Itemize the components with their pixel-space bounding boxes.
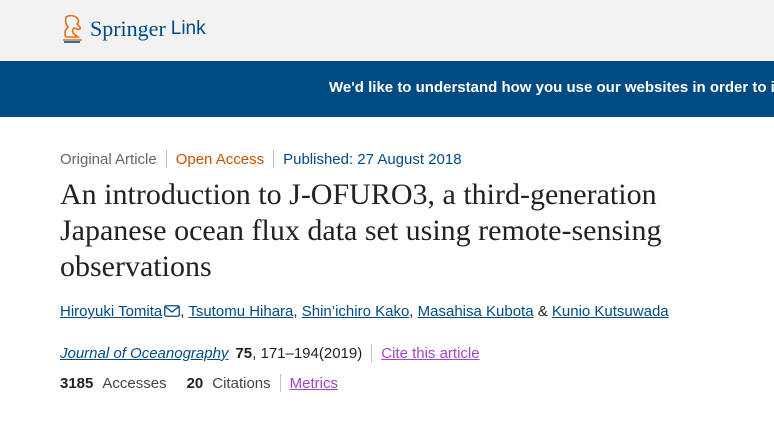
- springer-horse-icon: [63, 14, 82, 43]
- author-link[interactable]: Kunio Kutsuwada: [552, 303, 669, 320]
- article-metrics: 3185 Accesses 20 Citations Metrics: [60, 374, 338, 392]
- published-date: Published: 27 August 2018: [283, 150, 462, 168]
- banner-message[interactable]: We'd like to understand how you use our …: [329, 79, 774, 96]
- logo-link-text: Link: [170, 18, 206, 39]
- cite-article-link[interactable]: Cite this article: [381, 345, 479, 362]
- author-link[interactable]: Hiroyuki Tomita: [60, 303, 162, 320]
- author-list: Hiroyuki Tomita, Tsutomu Hihara, Shin’ic…: [60, 303, 669, 320]
- springer-link-logo[interactable]: Springer Link: [60, 14, 206, 44]
- journal-volume: 75: [235, 344, 253, 362]
- open-access-label: Open Access: [175, 150, 265, 168]
- author-link[interactable]: Tsutomu Hihara: [188, 303, 293, 320]
- journal-pages: , 171–194(2019): [252, 344, 363, 362]
- journal-link[interactable]: Journal of Oceanography: [60, 345, 228, 362]
- author-link[interactable]: Masahisa Kubota: [418, 303, 534, 320]
- author-separator: ,: [409, 303, 418, 320]
- accesses-label: Accesses: [102, 374, 167, 392]
- accesses-count: 3185: [60, 374, 94, 392]
- article-meta: Original Article Open Access Published: …: [60, 150, 462, 168]
- author-separator: &: [533, 303, 552, 320]
- author-separator: ,: [293, 303, 302, 320]
- citations-count: 20: [186, 374, 204, 392]
- divider: [371, 344, 373, 362]
- divider: [273, 150, 275, 168]
- article-title: An introduction to J-OFURO3, a third-gen…: [60, 178, 662, 283]
- cookie-banner: We'd like to understand how you use our …: [0, 61, 774, 117]
- article-type: Original Article: [60, 150, 157, 168]
- logo-brand-text: Springer: [90, 16, 166, 41]
- author-link[interactable]: Shin’ichiro Kako: [302, 303, 410, 320]
- citations-label: Citations: [212, 374, 271, 392]
- site-header: Springer Link: [0, 0, 774, 61]
- journal-citation: Journal of Oceanography 75 , 171–194(201…: [60, 344, 480, 362]
- divider: [279, 374, 281, 392]
- divider: [165, 150, 167, 168]
- email-icon[interactable]: [164, 305, 181, 317]
- metrics-link[interactable]: Metrics: [290, 375, 338, 392]
